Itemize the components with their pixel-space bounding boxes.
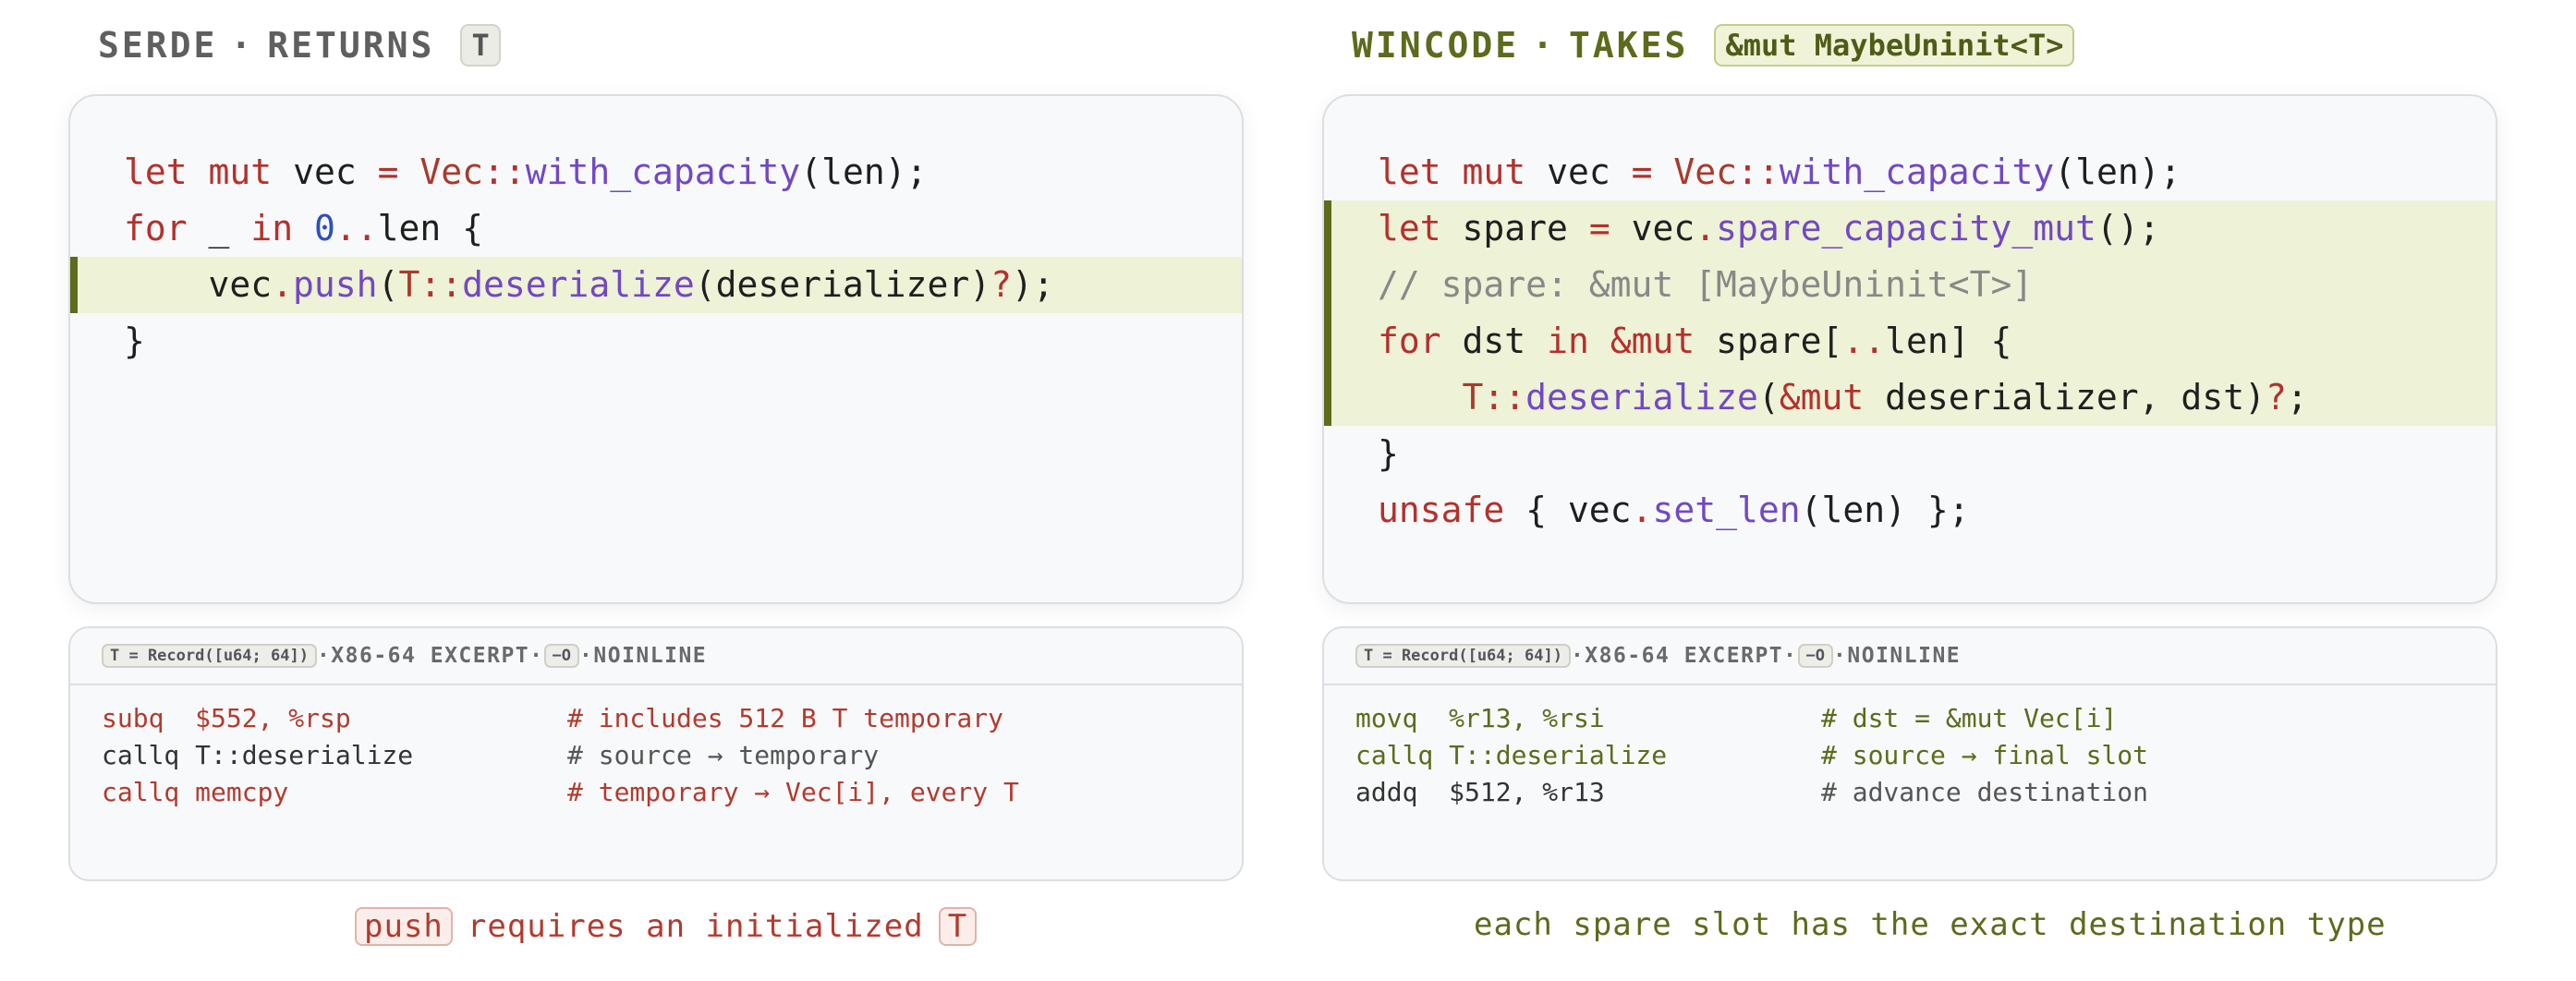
push-pill: push [355,907,453,946]
asm-row: addq $512, %r13 # advance destination [1355,777,2149,807]
code-line: let mut vec = Vec::with_capacity(len); [1378,151,2181,192]
code-line: } [1378,433,1399,474]
serde-heading: SERDE · RETURNS T [98,24,501,67]
highlight-marker [1324,200,1331,426]
code-line: let mut vec = Vec::with_capacity(len); [124,151,928,192]
heading-separator: · [230,25,255,66]
heading-verb: TAKES [1569,25,1689,66]
code-line: unsafe { vec.set_len(len) }; [1378,490,1970,530]
asm-row: callq T::deserialize # source → final slo… [1355,740,2149,770]
asm-header: T = Record([u64; 64]) · X86-64 EXCERPT ·… [1324,628,2496,685]
wincode-caption: each spare slot has the exact destinatio… [1474,906,2387,943]
asm-row: callq T::deserialize # source → temporary [102,740,880,770]
heading-title: WINCODE [1352,25,1520,66]
wincode-code-block: let mut vec = Vec::with_capacity(len); l… [1322,94,2497,604]
asm-row: movq %r13, %rsi # dst = &mut Vec[i] [1355,703,2118,733]
wincode-asm-block: T = Record([u64; 64]) · X86-64 EXCERPT ·… [1322,626,2497,881]
highlighted-comment-line: // spare: &mut [MaybeUninit<T>] [1324,257,2496,313]
highlighted-code-line: vec.push(T::deserialize(deserializer)?); [70,257,1242,313]
opt-flag-tag: −O [1797,644,1834,668]
highlighted-code-line: T::deserialize(&mut deserializer, dst)?; [1324,369,2496,426]
opt-flag-tag: −O [543,644,580,668]
heading-separator: · [1532,25,1557,66]
asm-row: callq memcpy # temporary → Vec[i], every … [102,777,1019,807]
highlighted-code-line: for dst in &mut spare[..len] { [1324,313,2496,369]
code-line: for _ in 0..len { [124,208,484,248]
type-tag: T = Record([u64; 64]) [1355,644,1571,668]
serde-asm-block: T = Record([u64; 64]) · X86-64 EXCERPT ·… [68,626,1244,881]
wincode-heading: WINCODE · TAKES &mut MaybeUninit<T> [1352,24,2075,67]
serde-code-block: let mut vec = Vec::with_capacity(len); f… [68,94,1244,604]
type-pill: T [938,907,978,946]
heading-title: SERDE [98,25,218,66]
code-line: } [124,321,145,361]
asm-row: subq $552, %rsp # includes 512 B T tempor… [102,703,1004,733]
type-pill: &mut MaybeUninit<T> [1714,24,2075,67]
type-tag: T = Record([u64; 64]) [102,644,317,668]
asm-header: T = Record([u64; 64]) · X86-64 EXCERPT ·… [70,628,1242,685]
serde-caption: push requires an initialized T [355,907,978,946]
type-pill: T [460,24,501,67]
highlighted-code-line: let spare = vec.spare_capacity_mut(); [1324,200,2496,257]
highlight-marker [70,257,78,313]
heading-verb: RETURNS [267,25,435,66]
